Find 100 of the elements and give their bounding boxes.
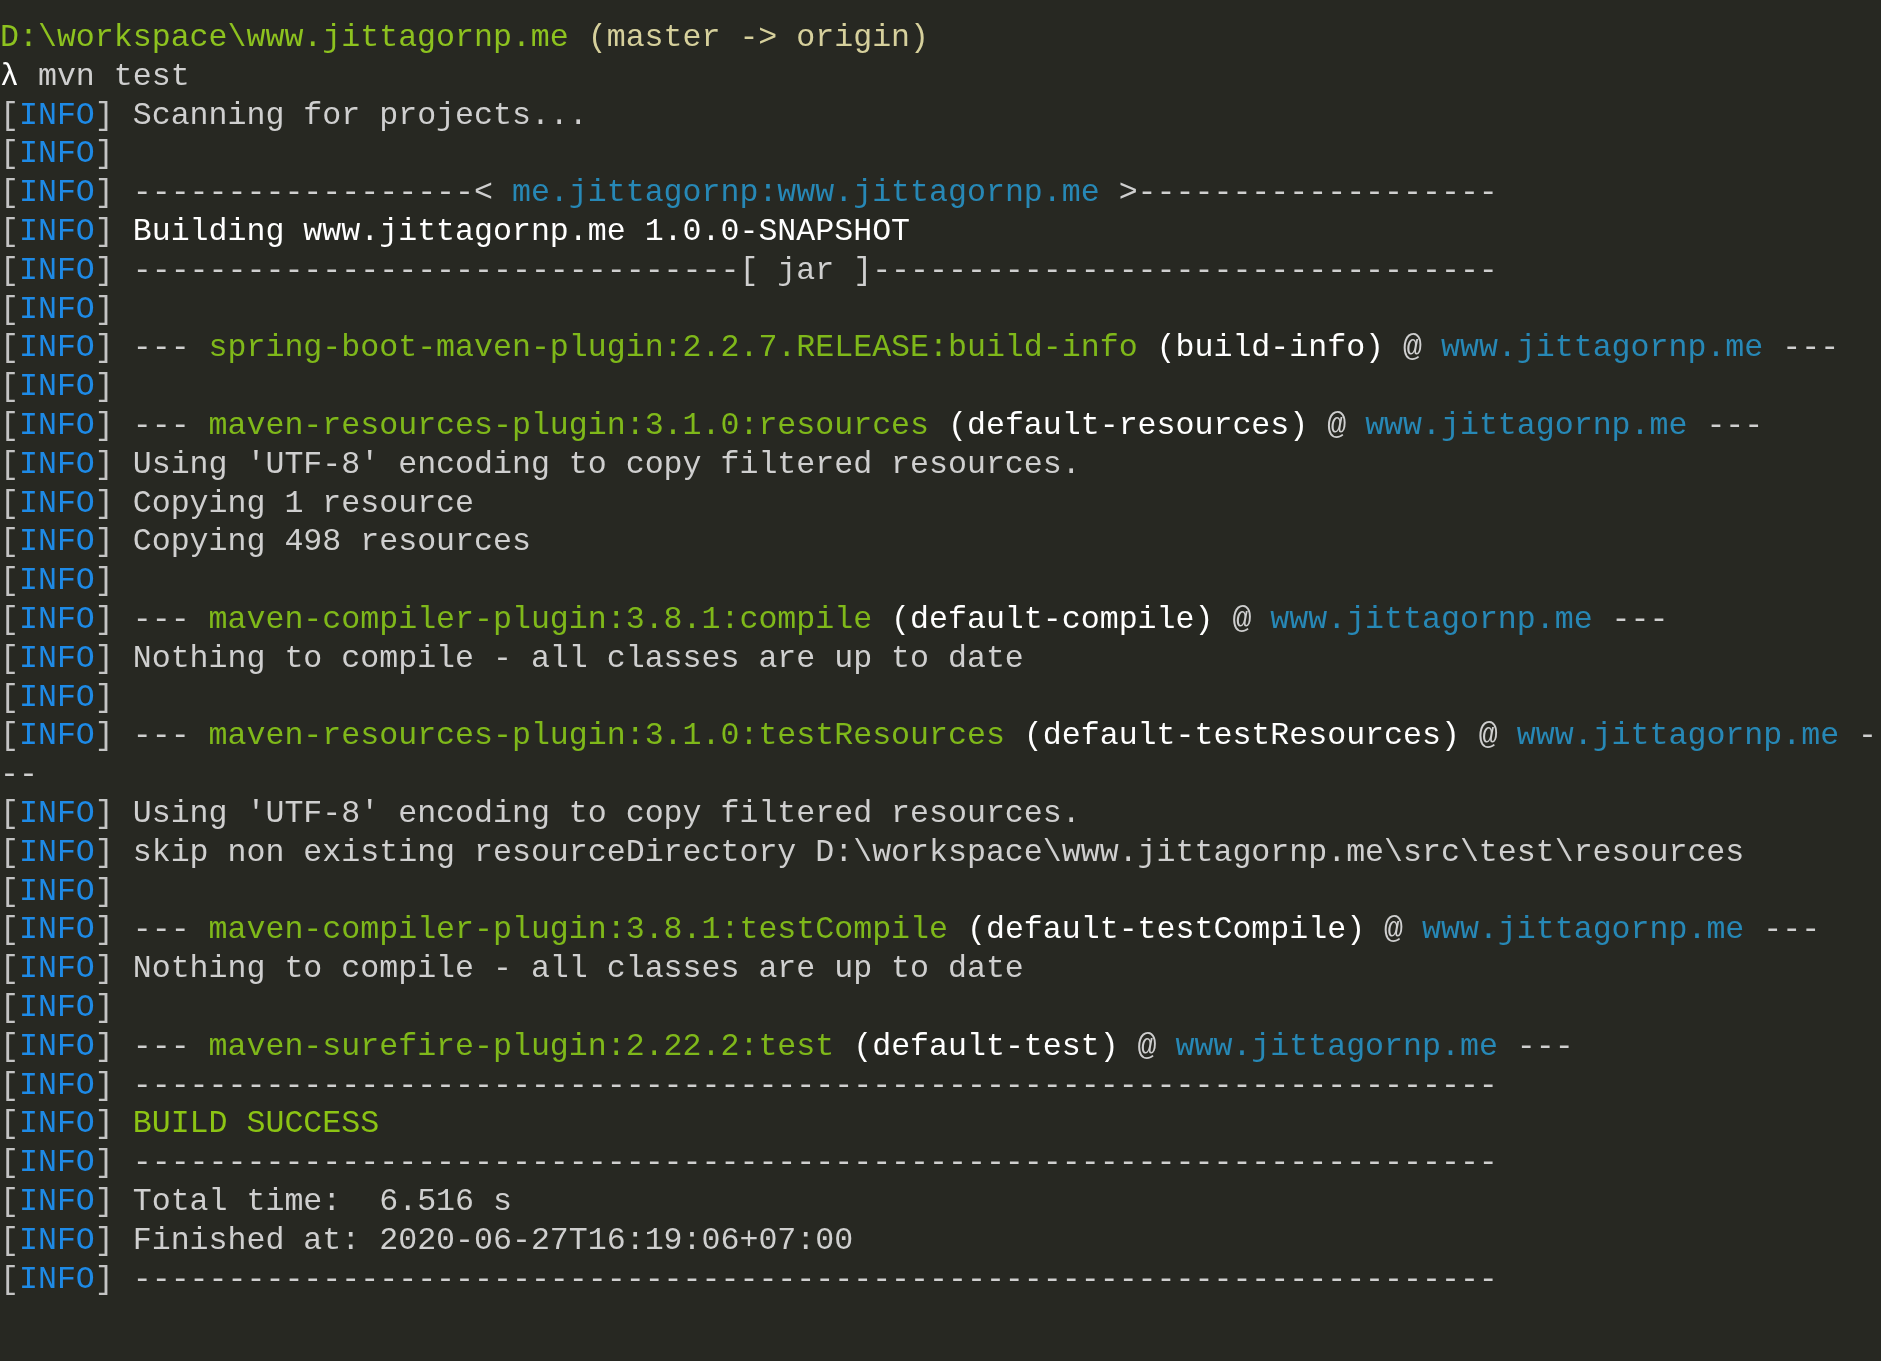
log-text: --- [1515, 1028, 1574, 1064]
log-text: --- [131, 330, 191, 366]
log-text: ------------------------------------------------------------------------ [131, 1145, 1498, 1181]
bracket-text: ] [94, 1106, 114, 1142]
log-text: - [1857, 718, 1878, 754]
bracket-text: ] [94, 407, 114, 443]
bracket-text: ] [94, 136, 114, 172]
log-level-tag: INFO [18, 718, 95, 754]
log-text: (build-info) [1155, 330, 1385, 366]
artifact-id: me.jittagornp:www.jittagornp.me [511, 175, 1100, 211]
log-text: @ [1477, 718, 1499, 754]
plugin-name: maven-resources-plugin:3.1.0:testResources [208, 718, 1005, 754]
bracket-text: [ [0, 446, 19, 482]
prompt-symbol: λ [0, 58, 19, 94]
log-level-tag: INFO [18, 524, 95, 560]
log-level-tag: INFO [18, 834, 95, 870]
log-level-tag: INFO [18, 873, 95, 909]
log-level-tag: INFO [18, 601, 95, 637]
log-level-tag: INFO [18, 175, 95, 211]
bracket-text: ] [94, 601, 114, 637]
log-text: (default-compile) [890, 601, 1214, 637]
log-level-tag: INFO [18, 912, 95, 948]
log-text: --- [1610, 601, 1669, 637]
bracket-text: ] [94, 97, 114, 133]
log-text: --- [131, 718, 191, 754]
bracket-text: [ [0, 1067, 19, 1103]
bracket-text: ] [94, 873, 114, 909]
bracket-text: [ [0, 291, 19, 327]
log-text: -- [0, 757, 38, 793]
log-level-tag: INFO [18, 640, 95, 676]
branch-info: (master -> origin) [586, 20, 929, 55]
log-level-tag: INFO [18, 1106, 95, 1142]
bracket-text: [ [0, 834, 19, 870]
bracket-text: ] [94, 951, 114, 987]
bracket-text: ] [94, 369, 114, 405]
bracket-text: [ [0, 1106, 19, 1142]
log-level-tag: INFO [18, 1028, 95, 1064]
log-text: @ [1136, 1028, 1158, 1064]
bracket-text: [ [0, 1145, 19, 1181]
log-text: @ [1383, 912, 1405, 948]
log-text: (default-resources) [947, 407, 1309, 443]
bracket-text: ] [94, 485, 114, 521]
bracket-text: [ [0, 252, 19, 288]
log-level-tag: INFO [18, 407, 95, 443]
bracket-text: [ [0, 989, 19, 1025]
log-text: Nothing to compile - all classes are up to date [131, 640, 1024, 676]
bracket-text: [ [0, 563, 19, 599]
bracket-text: [ [0, 524, 19, 560]
bracket-text: [ [0, 369, 19, 405]
bracket-text: ] [94, 1222, 114, 1258]
bracket-text: ] [94, 1261, 114, 1297]
bracket-text: ] [94, 795, 114, 831]
log-text: Finished at: 2020-06-27T16:19:06+07:00 [131, 1222, 854, 1258]
bracket-text: ] [94, 446, 114, 482]
artifact-id: www.jittagornp.me [1365, 407, 1688, 443]
bracket-text: [ [0, 795, 19, 831]
log-level-tag: INFO [18, 214, 95, 249]
bracket-text: [ [0, 679, 19, 715]
log-level-tag: INFO [18, 1222, 95, 1258]
artifact-id: www.jittagornp.me [1516, 718, 1840, 754]
log-text: --- [131, 912, 191, 948]
bracket-text: [ [0, 1222, 19, 1258]
bracket-text: [ [0, 1261, 19, 1297]
log-level-tag: INFO [18, 679, 95, 715]
artifact-id: www.jittagornp.me [1440, 330, 1764, 366]
bracket-text: ] [94, 252, 114, 288]
log-text: Building www.jittagornp.me 1.0.0-SNAPSHOT [131, 214, 911, 249]
bracket-text: [ [0, 951, 19, 987]
artifact-id: www.jittagornp.me [1270, 601, 1593, 637]
log-level-tag: INFO [18, 1183, 95, 1219]
command-text: mvn test [36, 58, 190, 94]
log-text: Using 'UTF-8' encoding to copy filtered resources. [131, 795, 1081, 831]
log-text: @ [1231, 601, 1253, 637]
log-level-tag: INFO [18, 291, 95, 327]
log-level-tag: INFO [18, 369, 95, 405]
log-text: --- [1762, 912, 1821, 948]
log-text: (default-test) [852, 1028, 1119, 1064]
bracket-text: ] [94, 640, 114, 676]
bracket-text: ] [94, 291, 114, 327]
log-text: --------------------------------[ jar ]--------------------------------- [131, 252, 1498, 288]
log-level-tag: INFO [18, 795, 95, 831]
log-level-tag: INFO [18, 97, 95, 133]
log-text: --- [131, 1028, 191, 1064]
bracket-text: [ [0, 136, 19, 172]
log-level-tag: INFO [18, 136, 95, 172]
bracket-text: ] [94, 912, 114, 948]
log-text: ------------------------------------------------------------------------ [131, 1261, 1498, 1297]
bracket-text: ] [94, 1183, 114, 1219]
log-text: ------------------------------------------------------------------------ [131, 1067, 1498, 1103]
bracket-text: [ [0, 214, 19, 249]
bracket-text: [ [0, 485, 19, 521]
bracket-text: [ [0, 718, 19, 754]
log-text: Using 'UTF-8' encoding to copy filtered resources. [131, 446, 1081, 482]
plugin-name: maven-surefire-plugin:2.22.2:test [208, 1028, 835, 1064]
bracket-text: ] [94, 834, 114, 870]
plugin-name: maven-resources-plugin:3.1.0:resources [208, 407, 930, 443]
log-text: Copying 1 resource [131, 485, 474, 521]
bracket-text: ] [94, 1028, 114, 1064]
bracket-text: ] [94, 1145, 114, 1181]
log-text: --- [1705, 407, 1764, 443]
